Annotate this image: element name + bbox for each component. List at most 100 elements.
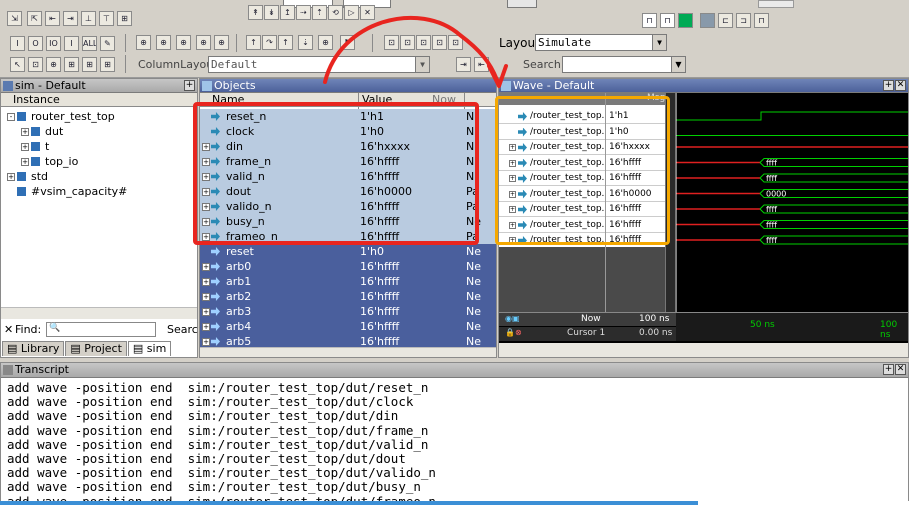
redo-icon[interactable]: ↷ bbox=[262, 35, 277, 50]
tool-icon-e[interactable]: ⊡ bbox=[448, 35, 463, 50]
zoom-in-icon[interactable]: ↟ bbox=[248, 5, 263, 20]
wave-nav-icon[interactable]: ⇥ bbox=[456, 57, 471, 72]
progress-fill bbox=[0, 501, 698, 505]
tool-icon-b[interactable]: ⊡ bbox=[400, 35, 415, 50]
toolbar-btn-6[interactable]: ⊤ bbox=[99, 11, 114, 26]
search-input[interactable]: ▼ bbox=[562, 56, 686, 73]
wave-hscroll[interactable] bbox=[499, 343, 908, 357]
waveform-canvas[interactable]: ffff ffff 0000 ffff ffff ffff bbox=[676, 93, 908, 313]
signal-row[interactable]: + arb2 16'hffff Ne bbox=[200, 289, 496, 304]
expand-icon[interactable]: + bbox=[21, 143, 29, 151]
expand-icon[interactable]: ⊕ bbox=[318, 35, 333, 50]
signal-row[interactable]: + arb1 16'hffff Ne bbox=[200, 274, 496, 289]
wave-tool-1[interactable]: ⊕ bbox=[136, 35, 151, 50]
toolbar-field-3[interactable] bbox=[507, 0, 537, 8]
expand-icon[interactable]: - bbox=[7, 113, 15, 121]
nav-icon[interactable]: ⇣ bbox=[298, 35, 313, 50]
close-icon-2[interactable]: ✕ bbox=[895, 364, 906, 375]
toolbar-io-btn[interactable]: IO bbox=[46, 36, 61, 51]
wave-now-bar: ◉▣ Now 100 ns bbox=[499, 312, 676, 326]
transcript-icon bbox=[3, 365, 13, 375]
toolbar-all-btn[interactable]: ALL bbox=[82, 36, 97, 51]
restart-icon[interactable]: ⟲ bbox=[328, 5, 343, 20]
tab-library[interactable]: ▤ Library bbox=[2, 341, 65, 356]
instance-header[interactable]: Instance bbox=[1, 93, 197, 107]
expand-icon[interactable]: + bbox=[202, 263, 210, 271]
close-find-icon[interactable]: ✕ bbox=[4, 323, 13, 336]
expand-icon[interactable]: + bbox=[7, 173, 15, 181]
wave-btn-3[interactable] bbox=[678, 13, 693, 28]
wave-btn-6[interactable]: ⊐ bbox=[736, 13, 751, 28]
expand-icon[interactable]: + bbox=[202, 338, 210, 346]
wave-btn-7[interactable]: ⊓ bbox=[754, 13, 769, 28]
wave-btn-5[interactable]: ⊏ bbox=[718, 13, 733, 28]
search-button[interactable]: Searc bbox=[167, 323, 198, 336]
maximize-icon[interactable]: + bbox=[184, 80, 195, 91]
expand-icon[interactable]: + bbox=[21, 158, 29, 166]
sim-hscroll[interactable] bbox=[1, 307, 197, 319]
wave-tool-4[interactable]: ⊕ bbox=[196, 35, 211, 50]
toolbar-btn-1[interactable]: ⇲ bbox=[7, 11, 22, 26]
objects-hscroll[interactable] bbox=[200, 347, 496, 357]
expand-icon[interactable]: + bbox=[202, 278, 210, 286]
signal-row[interactable]: + arb4 16'hffff Ne bbox=[200, 319, 496, 334]
layout-select[interactable]: Simulate ▼ bbox=[535, 34, 667, 51]
up-arrow-icon[interactable]: ↑ bbox=[246, 35, 261, 50]
tool-icon-c[interactable]: ⊡ bbox=[416, 35, 431, 50]
toolbar-btn-5[interactable]: ⊥ bbox=[81, 11, 96, 26]
wave-btn-1[interactable]: ⊓ bbox=[642, 13, 657, 28]
wave-tool-5[interactable]: ⊕ bbox=[214, 35, 229, 50]
toolbar-badge bbox=[758, 0, 794, 8]
up-arrow-icon-2[interactable]: ↑ bbox=[278, 35, 293, 50]
tab-sim[interactable]: ▤ sim bbox=[127, 341, 172, 356]
column-layout-select[interactable]: Default ▼ bbox=[208, 56, 430, 73]
grid-tool-icon[interactable]: ⊞ bbox=[64, 57, 79, 72]
expand-icon[interactable]: + bbox=[202, 308, 210, 316]
tab-project[interactable]: ▤ Project bbox=[65, 341, 127, 356]
toolbar-btn-3[interactable]: ⇤ bbox=[45, 11, 60, 26]
break-icon[interactable]: ✕ bbox=[360, 5, 375, 20]
step-over-icon[interactable]: ⇢ bbox=[296, 5, 311, 20]
tool-icon-d[interactable]: ⊡ bbox=[432, 35, 447, 50]
tick-100ns: 100 ns bbox=[880, 320, 898, 340]
transcript-panel: Transcript + ✕ add wave -position end si… bbox=[0, 362, 909, 505]
wave-nav-icon-2[interactable]: ⇤ bbox=[474, 57, 489, 72]
expand-icon[interactable]: + bbox=[202, 293, 210, 301]
expand-icon[interactable]: + bbox=[202, 323, 210, 331]
signal-name: arb3 bbox=[226, 305, 252, 318]
transcript-text[interactable]: add wave -position end sim:/router_test_… bbox=[7, 380, 908, 504]
zoom-tool-icon[interactable]: ⊕ bbox=[46, 57, 61, 72]
expand-icon[interactable]: + bbox=[21, 128, 29, 136]
maximize-icon-3[interactable]: + bbox=[883, 364, 894, 375]
wave-tool-3[interactable]: ⊕ bbox=[176, 35, 191, 50]
zoom-out-icon[interactable]: ↡ bbox=[264, 5, 279, 20]
signal-value: 1'h0 bbox=[360, 245, 384, 258]
run-icon[interactable]: ▷ bbox=[344, 5, 359, 20]
select-tool-icon[interactable]: ⊡ bbox=[28, 57, 43, 72]
cursor-tool-icon[interactable]: ↖ bbox=[10, 57, 25, 72]
toolbar-btn-2[interactable]: ⇱ bbox=[27, 11, 42, 26]
flag-icon[interactable]: ⚑ bbox=[340, 35, 355, 50]
signal-row[interactable]: reset 1'h0 Ne bbox=[200, 244, 496, 259]
grid-tool-icon-3[interactable]: ⊞ bbox=[100, 57, 115, 72]
maximize-icon-2[interactable]: + bbox=[883, 80, 894, 91]
toolbar-btn-7[interactable]: ⊞ bbox=[117, 11, 132, 26]
toolbar-btn-4[interactable]: ⇥ bbox=[63, 11, 78, 26]
grid-tool-icon-2[interactable]: ⊞ bbox=[82, 57, 97, 72]
toolbar-i-btn-2[interactable]: I bbox=[64, 36, 79, 51]
step-out-icon[interactable]: ⇡ bbox=[312, 5, 327, 20]
pen-icon[interactable]: ✎ bbox=[100, 36, 115, 51]
objects-panel-title-text: Objects bbox=[214, 79, 256, 92]
close-icon[interactable]: ✕ bbox=[895, 80, 906, 91]
find-input[interactable]: 🔍 bbox=[46, 322, 156, 337]
signal-row[interactable]: + arb3 16'hffff Ne bbox=[200, 304, 496, 319]
signal-row[interactable]: + arb0 16'hffff Ne bbox=[200, 259, 496, 274]
toolbar-i-btn[interactable]: I bbox=[10, 36, 25, 51]
tool-icon-a[interactable]: ⊡ bbox=[384, 35, 399, 50]
signal-value: 16'hffff bbox=[360, 320, 400, 333]
wave-btn-2[interactable]: ⊓ bbox=[660, 13, 675, 28]
wave-btn-4[interactable] bbox=[700, 13, 715, 28]
wave-tool-2[interactable]: ⊕ bbox=[156, 35, 171, 50]
toolbar-o-btn[interactable]: O bbox=[28, 36, 43, 51]
step-icon[interactable]: ↥ bbox=[280, 5, 295, 20]
